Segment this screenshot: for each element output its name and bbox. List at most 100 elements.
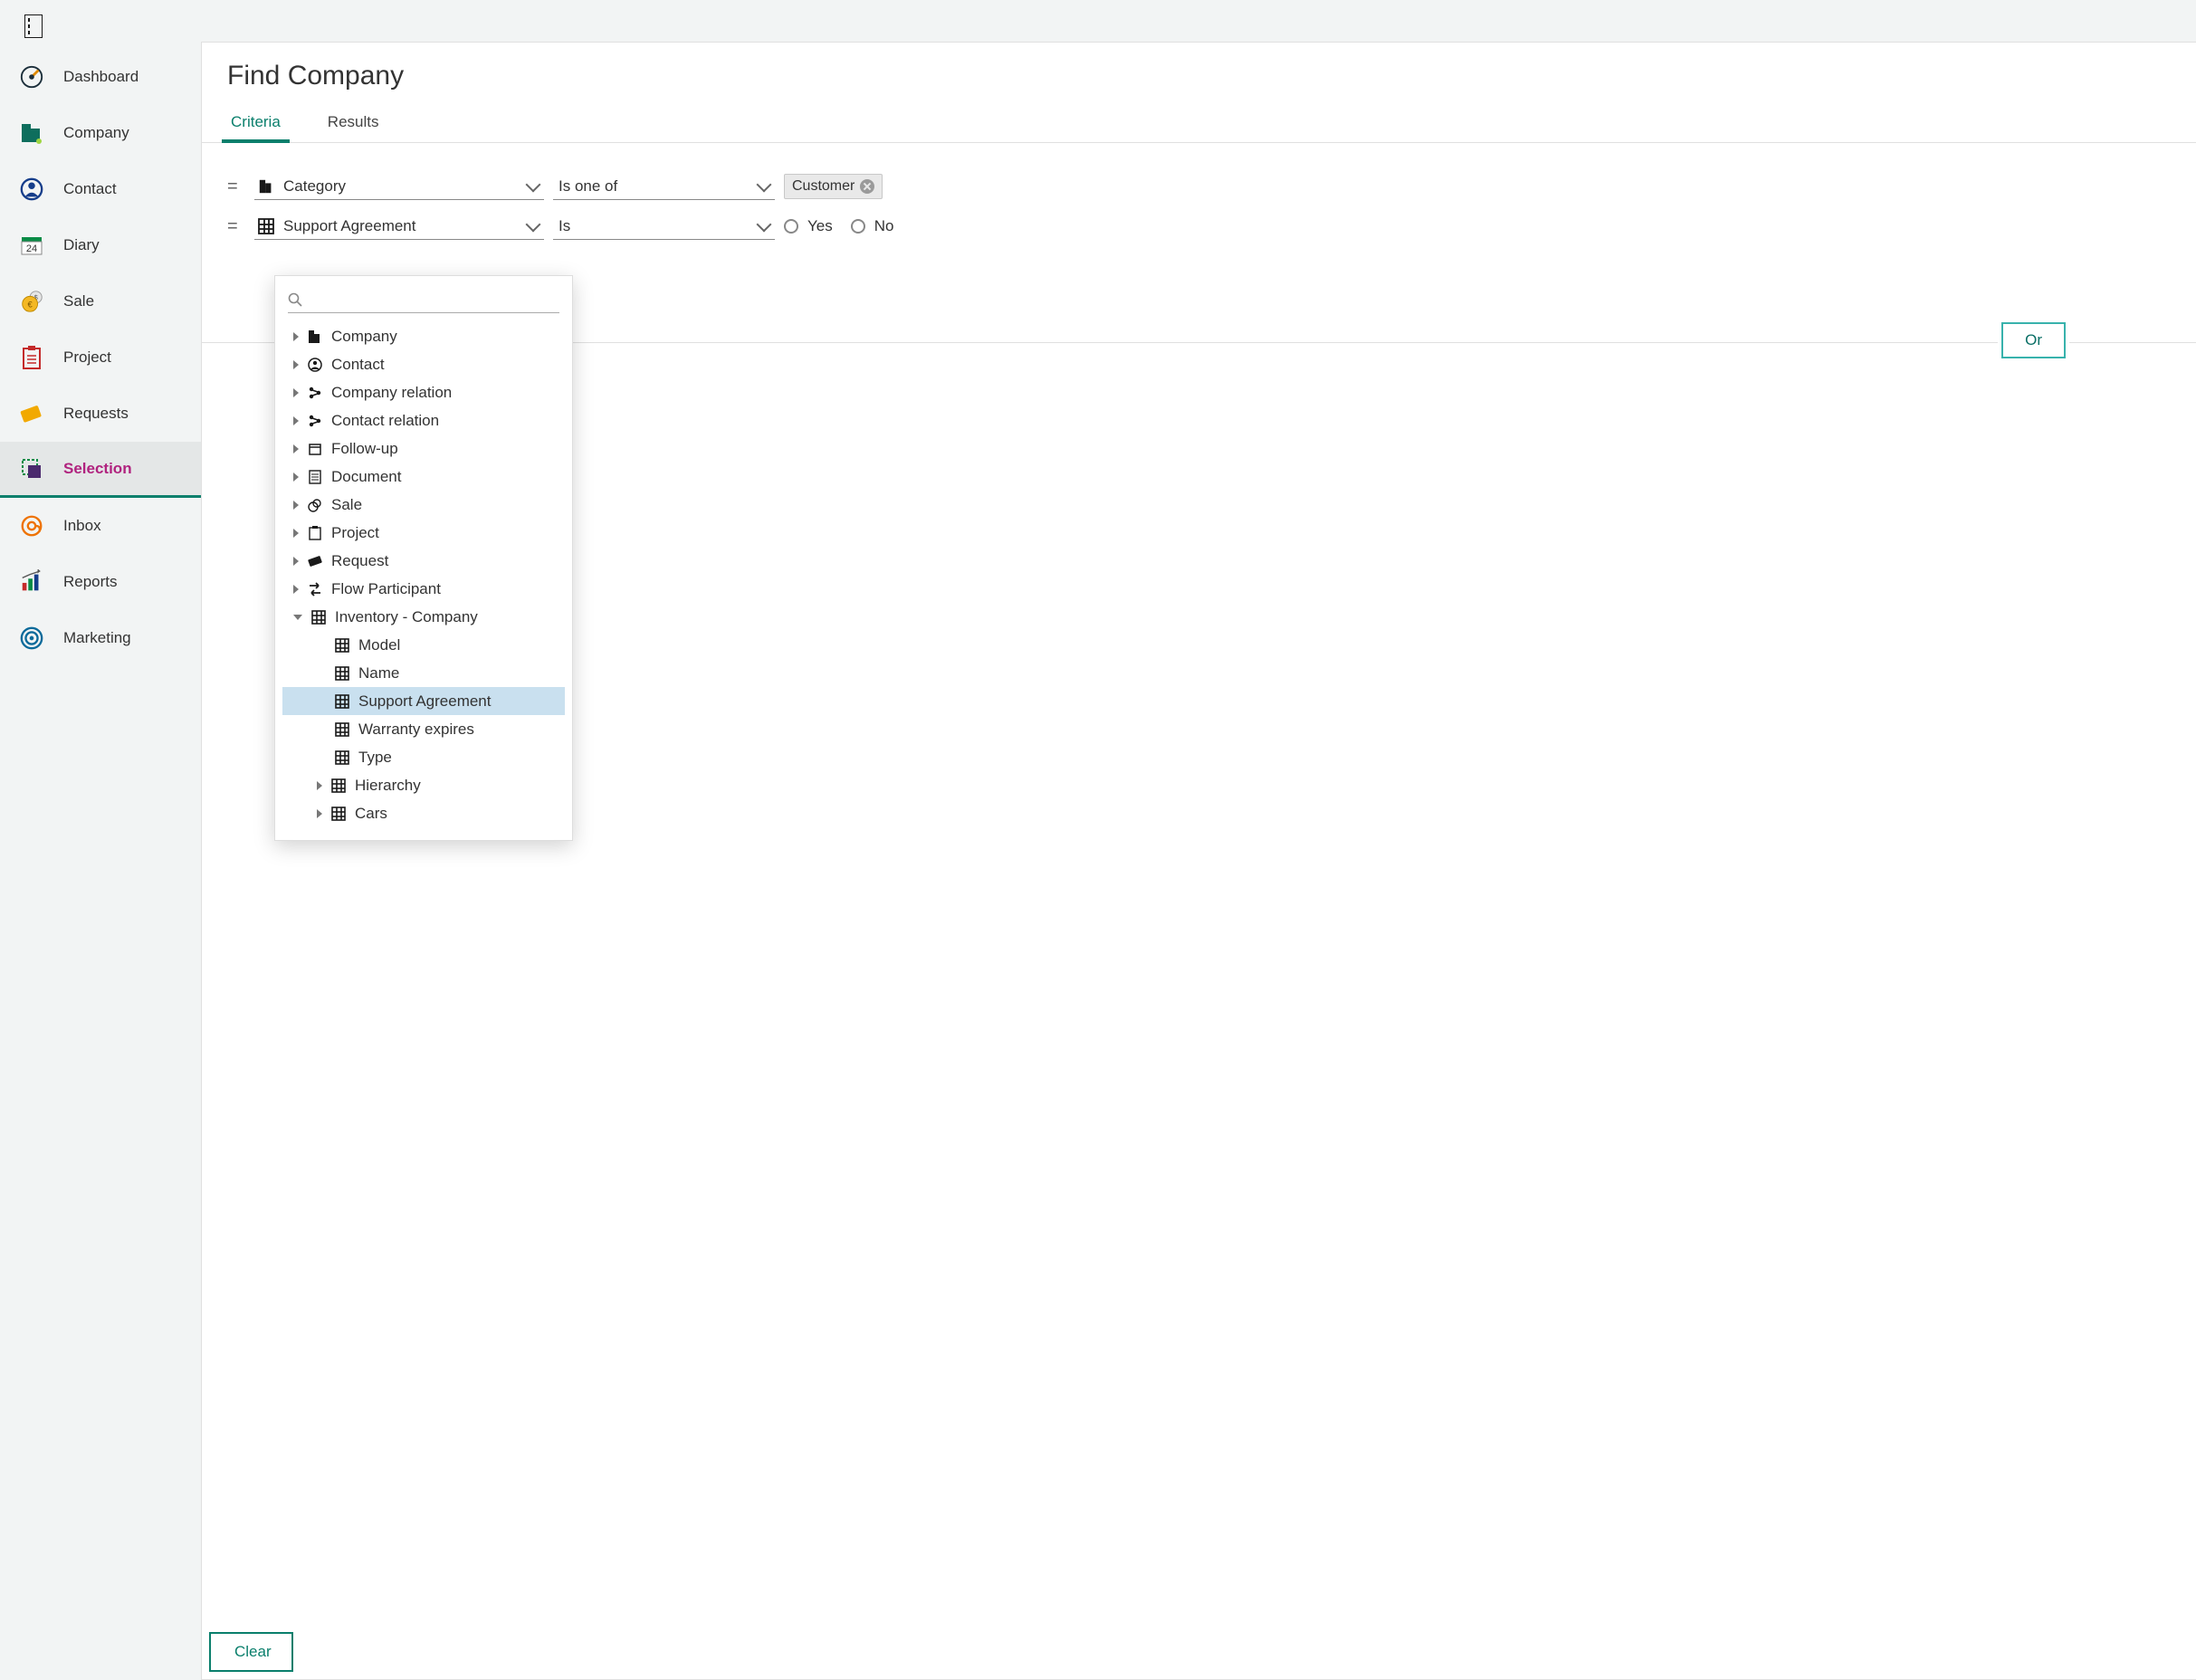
tree-item-company-relation[interactable]: Company relation — [282, 378, 565, 406]
tree-item-flow-participant[interactable]: Flow Participant — [282, 575, 565, 603]
sidebar-item-inbox[interactable]: Inbox — [0, 498, 201, 554]
dropdown-search-input[interactable] — [310, 292, 559, 309]
relation-icon — [306, 386, 324, 400]
sidebar-item-selection[interactable]: Selection — [0, 442, 201, 498]
tree-label: Project — [331, 524, 379, 542]
sidebar-item-sale[interactable]: $€ Sale — [0, 273, 201, 329]
radio-no[interactable] — [851, 219, 865, 234]
grid-icon — [256, 218, 276, 234]
operator-picker[interactable]: Is one of — [553, 174, 775, 200]
equals-icon: = — [227, 177, 245, 197]
grid-icon — [333, 722, 351, 737]
caret-right-icon — [293, 444, 299, 453]
criteria-row: = Category Is one of Customer — [202, 167, 2196, 206]
tree-label: Cars — [355, 805, 387, 823]
tree-item-document[interactable]: Document — [282, 463, 565, 491]
or-button[interactable]: Or — [2001, 322, 2066, 358]
clipboard-icon — [306, 526, 324, 540]
operator-label: Is one of — [559, 177, 759, 196]
tree-label: Warranty expires — [358, 721, 474, 739]
sidebar-item-company[interactable]: Company — [0, 105, 201, 161]
tree-item-sale[interactable]: Sale — [282, 491, 565, 519]
tree-item-company[interactable]: Company — [282, 322, 565, 350]
field-label: Support Agreement — [283, 217, 520, 235]
caret-right-icon — [317, 809, 322, 818]
tree-child-type[interactable]: Type — [282, 743, 565, 771]
sidebar-item-diary[interactable]: 24 Diary — [0, 217, 201, 273]
tree-item-request[interactable]: Request — [282, 547, 565, 575]
sidebar-item-marketing[interactable]: Marketing — [0, 610, 201, 666]
tree-item-inventory-company[interactable]: Inventory - Company — [282, 603, 565, 631]
tree-label: Support Agreement — [358, 692, 491, 711]
radio-yes-label: Yes — [807, 217, 833, 235]
app-icon[interactable] — [20, 13, 47, 40]
at-icon — [16, 513, 47, 539]
sidebar-item-dashboard[interactable]: Dashboard — [0, 49, 201, 105]
tree-child-support-agreement[interactable]: Support Agreement — [282, 687, 565, 715]
person-icon — [306, 358, 324, 372]
svg-text:24: 24 — [26, 243, 37, 254]
relation-icon — [306, 414, 324, 428]
sidebar-item-label: Inbox — [63, 517, 101, 535]
sidebar-item-project[interactable]: Project — [0, 329, 201, 386]
tree-label: Document — [331, 468, 401, 486]
calendar-icon: 24 — [16, 234, 47, 257]
sidebar-item-label: Selection — [63, 460, 132, 478]
sidebar-item-label: Reports — [63, 573, 118, 591]
sidebar: Dashboard Company Contact 24 Diary $€ Sa… — [0, 0, 201, 1680]
equals-icon: = — [227, 216, 245, 237]
caret-right-icon — [293, 416, 299, 425]
tree-label: Flow Participant — [331, 580, 441, 598]
search-icon — [288, 292, 304, 309]
tree-label: Hierarchy — [355, 777, 421, 795]
or-label: Or — [2025, 331, 2042, 348]
caret-right-icon — [293, 585, 299, 594]
sidebar-item-label: Company — [63, 124, 129, 142]
sidebar-item-reports[interactable]: Reports — [0, 554, 201, 610]
dropdown-search[interactable] — [288, 289, 559, 313]
sidebar-item-label: Sale — [63, 292, 94, 310]
remove-tag-icon[interactable] — [860, 179, 874, 194]
tree-item-followup[interactable]: Follow-up — [282, 434, 565, 463]
selection-icon — [16, 457, 47, 481]
tree-item-contact-relation[interactable]: Contact relation — [282, 406, 565, 434]
chart-icon — [16, 569, 47, 595]
building-icon — [256, 178, 276, 195]
tab-results[interactable]: Results — [324, 106, 383, 142]
tree-label: Contact relation — [331, 412, 439, 430]
caret-right-icon — [293, 388, 299, 397]
grid-icon — [333, 694, 351, 709]
tree-label: Inventory - Company — [335, 608, 478, 626]
tree-item-contact[interactable]: Contact — [282, 350, 565, 378]
tab-label: Results — [328, 113, 379, 130]
clear-button[interactable]: Clear — [209, 1632, 293, 1672]
tree-label: Sale — [331, 496, 362, 514]
tree-item-project[interactable]: Project — [282, 519, 565, 547]
field-picker-support-agreement[interactable]: Support Agreement — [254, 214, 544, 240]
building-icon — [306, 329, 324, 344]
sidebar-item-requests[interactable]: Requests — [0, 386, 201, 442]
tree-child-model[interactable]: Model — [282, 631, 565, 659]
operator-label: Is — [559, 217, 759, 235]
value-cell[interactable]: Customer — [784, 174, 883, 199]
tag-customer[interactable]: Customer — [784, 174, 883, 199]
chevron-down-icon — [757, 216, 772, 232]
tab-criteria[interactable]: Criteria — [227, 106, 284, 142]
radio-yes[interactable] — [784, 219, 798, 234]
chevron-down-icon — [526, 177, 541, 192]
caret-right-icon — [293, 332, 299, 341]
document-icon — [306, 470, 324, 484]
tree-child-name[interactable]: Name — [282, 659, 565, 687]
tree-label: Follow-up — [331, 440, 398, 458]
sidebar-item-contact[interactable]: Contact — [0, 161, 201, 217]
chevron-down-icon — [526, 216, 541, 232]
tree-child-warranty[interactable]: Warranty expires — [282, 715, 565, 743]
field-dropdown: Company Contact Company relation Contact… — [274, 275, 573, 841]
tree-item-cars[interactable]: Cars — [282, 799, 565, 827]
tree-label: Company relation — [331, 384, 452, 402]
tree-item-hierarchy[interactable]: Hierarchy — [282, 771, 565, 799]
tree-label: Type — [358, 749, 392, 767]
operator-picker[interactable]: Is — [553, 214, 775, 240]
grid-icon — [333, 638, 351, 653]
field-picker-category[interactable]: Category — [254, 174, 544, 200]
